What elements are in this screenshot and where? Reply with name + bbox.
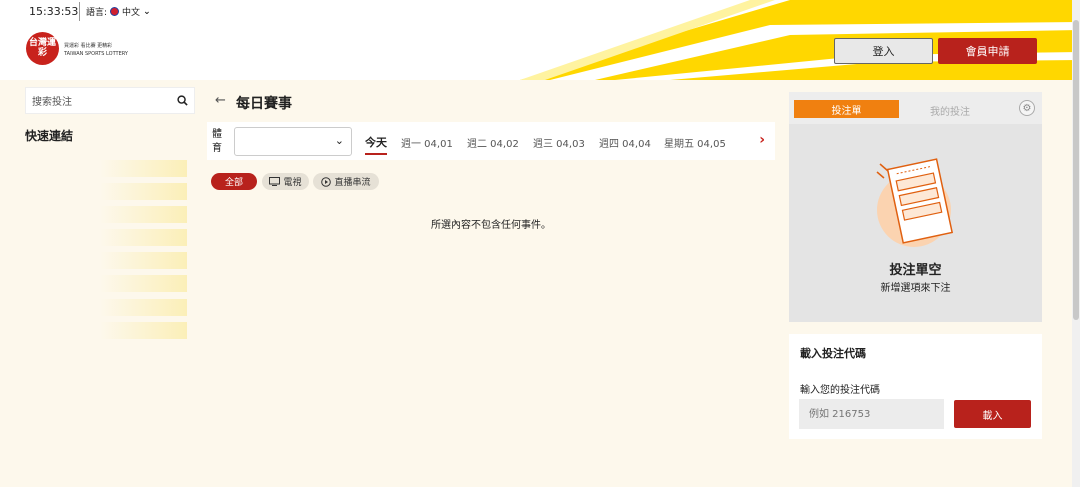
filter-all-chip[interactable]: 全部 xyxy=(211,173,257,190)
tab-day[interactable]: 週一 04,01 xyxy=(401,135,453,150)
filter-tv-label: 電視 xyxy=(283,178,302,188)
load-code-button[interactable]: 載入 xyxy=(954,400,1031,428)
empty-ticket-illustration xyxy=(876,158,954,247)
load-bet-code-panel: 載入投注代碼 輸入您的投注代碼 載入 xyxy=(789,334,1042,439)
load-code-title: 載入投注代碼 xyxy=(800,347,866,360)
gear-icon[interactable]: ⚙ xyxy=(1019,100,1035,116)
logo-caption: 買運彩 看比賽 更精彩 TAIWAN SPORTS LOTTERY xyxy=(64,42,128,58)
quick-link-placeholder xyxy=(100,229,187,246)
betslip-empty-subtitle: 新增選項來下注 xyxy=(880,283,951,294)
quick-links-title: 快速連結 xyxy=(25,129,74,143)
bet-code-input[interactable] xyxy=(799,399,944,429)
quick-link-placeholder xyxy=(100,275,187,292)
tab-day[interactable]: 週三 04,03 xyxy=(533,135,585,150)
chevron-down-icon: ⌄ xyxy=(334,134,344,147)
play-icon xyxy=(321,176,332,187)
back-arrow-icon[interactable]: ← xyxy=(215,93,226,108)
betslip-panel: 投注單 我的投注 ⚙ 投注單空 新增選項來下注 xyxy=(789,92,1042,322)
filter-bar: 體育 ⌄ 今天 週一 04,01 週二 04,02 週三 04,03 週四 04… xyxy=(207,122,775,160)
sport-dropdown[interactable]: ⌄ xyxy=(234,127,352,156)
chevron-down-icon: ⌄ xyxy=(143,6,151,17)
login-button[interactable]: 登入 xyxy=(834,38,933,64)
filter-tv-chip[interactable]: 電視 xyxy=(262,173,309,190)
logo-caption-line-2: TAIWAN SPORTS LOTTERY xyxy=(64,51,128,57)
load-code-label: 輸入您的投注代碼 xyxy=(800,385,880,396)
quick-link-placeholder xyxy=(100,252,187,269)
tv-icon xyxy=(269,177,281,186)
search-icon[interactable] xyxy=(177,95,188,106)
tab-today[interactable]: 今天 xyxy=(365,134,387,155)
page-title: 每日賽事 xyxy=(236,96,292,112)
search-placeholder: 搜索投注 xyxy=(32,97,72,108)
tab-my-bets[interactable]: 我的投注 xyxy=(930,103,970,118)
register-button[interactable]: 會員申請 xyxy=(938,38,1037,64)
tab-day[interactable]: 週四 04,04 xyxy=(599,135,651,150)
top-header: 15:33:53 語言: 中文 ⌄ 台灣運彩 買運彩 看比賽 更精彩 TAIWA… xyxy=(0,0,1080,80)
logo[interactable]: 台灣運彩 xyxy=(26,32,59,65)
sport-label: 體育 xyxy=(212,129,222,154)
tab-day[interactable]: 週二 04,02 xyxy=(467,135,519,150)
language-label: 語言: xyxy=(86,8,108,18)
logo-text: 台灣運彩 xyxy=(28,38,56,58)
language-selector[interactable]: 語言: 中文 ⌄ xyxy=(86,5,151,19)
filter-stream-label: 直播串流 xyxy=(334,178,371,188)
quick-link-placeholder xyxy=(100,322,187,339)
logo-caption-line-1: 買運彩 看比賽 更精彩 xyxy=(64,43,113,49)
quick-link-placeholder xyxy=(100,160,187,177)
quick-link-placeholder xyxy=(100,299,187,316)
chevron-right-icon[interactable]: › xyxy=(759,132,765,148)
tab-day[interactable]: 星期五 04,05 xyxy=(664,135,726,150)
clock: 15:33:53 xyxy=(29,5,79,18)
scrollbar[interactable] xyxy=(1072,0,1080,487)
quick-link-placeholder xyxy=(100,183,187,200)
betslip-empty-title: 投注單空 xyxy=(889,263,942,278)
tab-betslip[interactable]: 投注單 xyxy=(794,100,899,118)
divider xyxy=(79,2,80,21)
betslip-tabs: 投注單 我的投注 ⚙ xyxy=(789,92,1042,124)
flag-icon xyxy=(110,7,120,16)
search-input[interactable]: 搜索投注 xyxy=(25,87,195,114)
language-value: 中文 xyxy=(122,8,141,18)
quick-link-placeholder xyxy=(100,206,187,223)
empty-events-message: 所選內容不包含任何事件。 xyxy=(431,220,551,231)
scrollbar-thumb[interactable] xyxy=(1073,20,1079,320)
filter-stream-chip[interactable]: 直播串流 xyxy=(313,173,379,190)
